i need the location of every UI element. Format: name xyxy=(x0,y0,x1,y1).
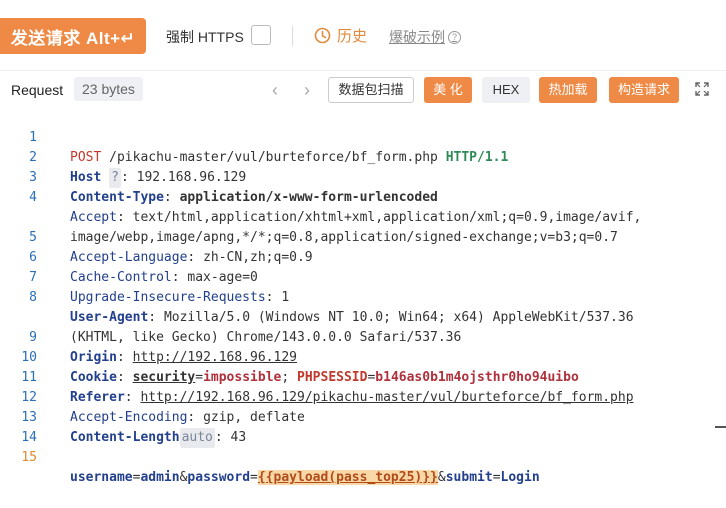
request-title: Request xyxy=(11,82,64,98)
hex-button[interactable]: HEX xyxy=(482,77,530,103)
header-divider xyxy=(0,70,726,71)
body-param-key: password xyxy=(187,470,251,485)
prev-arrow-icon[interactable]: ‹ xyxy=(272,80,278,101)
code-line: 7 Upgrade-Insecure-Requests: 1 xyxy=(0,248,716,305)
body-param-value: Login xyxy=(500,470,540,485)
code-line: 14 xyxy=(0,408,716,445)
send-request-button[interactable]: 发送请求 Alt+↵ xyxy=(0,18,146,54)
code-line: 2 Host ?: 192.168.96.129 xyxy=(0,128,716,188)
expand-icon[interactable] xyxy=(695,82,709,96)
line-number: 15 xyxy=(21,450,37,465)
code-line: 11 Referer: http://192.168.96.129/pikach… xyxy=(0,348,716,405)
examples-label: 爆破示例 xyxy=(389,29,445,45)
request-editor[interactable]: 1 POST /pikachu-master/vul/burteforce/bf… xyxy=(0,108,726,490)
code-line: 10 Cookie: security=impossible; PHPSESSI… xyxy=(0,328,716,385)
request-bar: Request 23 bytes ‹ › 数据包扫描 美 化 HEX 热加载 构… xyxy=(0,72,726,108)
payload-placeholder[interactable]: {{payload(pass_top25)}} xyxy=(257,470,438,485)
code-line: 8 User-Agent: Mozilla/5.0 (Windows NT 10… xyxy=(0,268,716,325)
code-line: (KHTML, like Gecko) Chrome/143.0.0.0 Saf… xyxy=(0,288,716,345)
code-line: 13 Content-Length auto: 43 xyxy=(0,388,716,448)
force-https-checkbox[interactable] xyxy=(251,25,271,45)
force-https-label: 强制 HTTPS xyxy=(166,29,244,45)
code-line: 4 Accept: text/html,application/xhtml+xm… xyxy=(0,168,716,225)
beautify-button[interactable]: 美 化 xyxy=(424,77,472,103)
code-line: 1 POST /pikachu-master/vul/burteforce/bf… xyxy=(0,108,716,165)
byte-count-badge: 23 bytes xyxy=(74,77,143,101)
clock-icon xyxy=(314,27,331,44)
code-line: 3 Content-Type: application/x-www-form-u… xyxy=(0,148,716,205)
scrollbar-marker[interactable] xyxy=(715,426,726,428)
build-request-button[interactable]: 构造请求 xyxy=(609,77,679,103)
code-line: 9 Origin: http://192.168.96.129 xyxy=(0,308,716,365)
next-arrow-icon[interactable]: › xyxy=(304,80,310,101)
code-line: 6 Cache-Control: max-age=0 xyxy=(0,228,716,285)
body-param-key: username xyxy=(70,470,133,485)
body-param-key: submit xyxy=(445,470,493,485)
history-label: 历史 xyxy=(337,28,368,45)
code-line: 5 Accept-Language: zh-CN,zh;q=0.9 xyxy=(0,208,716,265)
code-line: 15 username=admin&password={{payload(pas… xyxy=(0,428,716,485)
toolbar-divider xyxy=(292,26,293,46)
hot-load-button[interactable]: 热加载 xyxy=(539,77,597,103)
help-icon: ? xyxy=(448,30,461,44)
bruteforce-examples-link[interactable]: 爆破示例 ? xyxy=(389,27,461,47)
code-line: 12 Accept-Encoding: gzip, deflate xyxy=(0,368,716,425)
code-line: image/webp,image/apng,*/*;q=0.8,applicat… xyxy=(0,188,716,245)
history-button[interactable]: 历史 xyxy=(314,25,367,46)
top-toolbar: 发送请求 Alt+↵ 强制 HTTPS 历史 爆破示例 ? xyxy=(0,0,726,70)
body-param-value: admin xyxy=(140,470,180,485)
packet-scan-button[interactable]: 数据包扫描 xyxy=(328,77,414,103)
